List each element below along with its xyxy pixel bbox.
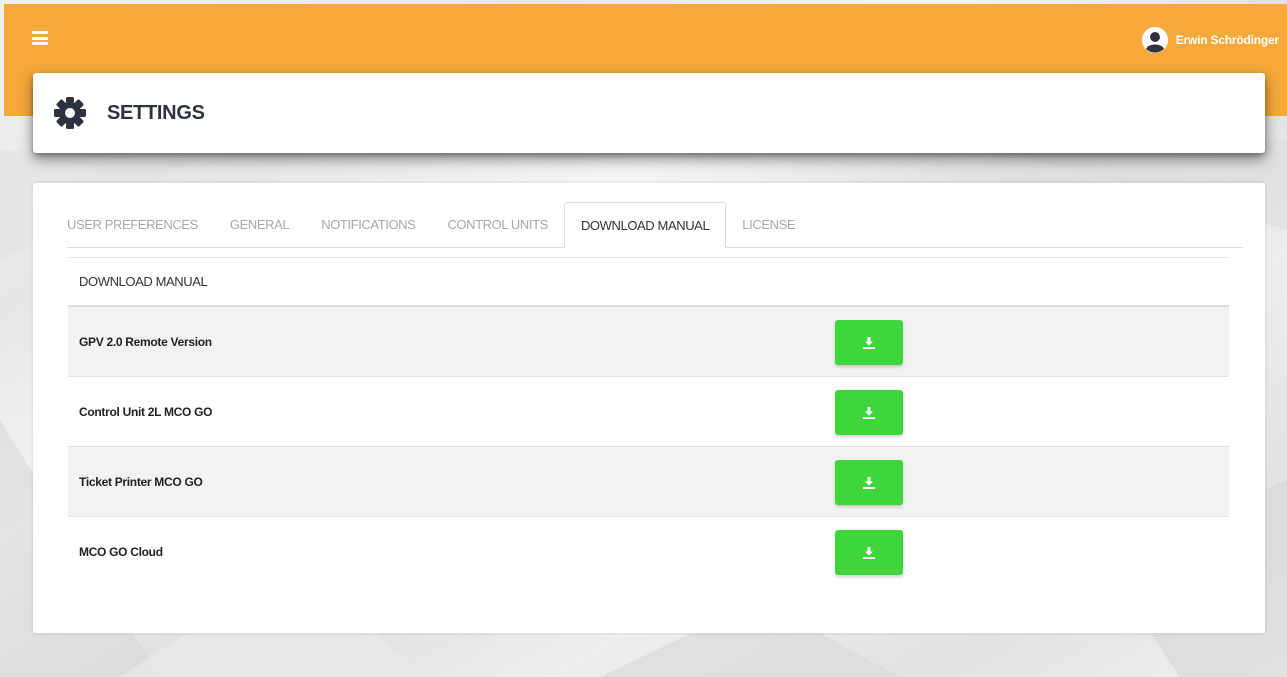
download-button-cloud[interactable]	[835, 530, 903, 575]
tab-license[interactable]: LICENSE	[726, 202, 811, 247]
download-icon	[863, 476, 875, 489]
manual-label: GPV 2.0 Remote Version	[79, 334, 212, 349]
download-icon	[863, 406, 875, 419]
user-avatar-icon	[1141, 27, 1168, 53]
tab-download-manual[interactable]: DOWNLOAD MANUAL	[563, 202, 727, 248]
tab-general[interactable]: GENERAL	[214, 202, 305, 247]
download-button-control-unit[interactable]	[835, 390, 903, 435]
settings-tabs: USER PREFERENCES GENERAL NOTIFICATIONS C…	[67, 202, 1243, 248]
settings-panel: USER PREFERENCES GENERAL NOTIFICATIONS C…	[33, 183, 1265, 633]
page-title: SETTINGS	[107, 101, 205, 124]
manual-label: Ticket Printer MCO GO	[79, 474, 203, 489]
download-manual-section: DOWNLOAD MANUAL GPV 2.0 Remote Version C…	[68, 257, 1229, 587]
download-icon	[863, 546, 875, 559]
gear-icon	[54, 97, 86, 129]
download-button-gpv[interactable]	[835, 320, 903, 365]
download-button-ticket-printer[interactable]	[835, 460, 903, 505]
section-title: DOWNLOAD MANUAL	[68, 257, 1229, 307]
list-item: MCO GO Cloud	[68, 517, 1229, 587]
list-item: GPV 2.0 Remote Version	[68, 307, 1229, 377]
manual-label: Control Unit 2L MCO GO	[79, 404, 213, 419]
list-item: Control Unit 2L MCO GO	[68, 377, 1229, 447]
manual-label: MCO GO Cloud	[79, 545, 163, 559]
download-icon	[863, 336, 875, 349]
tab-notifications[interactable]: NOTIFICATIONS	[305, 202, 431, 247]
list-item: Ticket Printer MCO GO	[68, 447, 1229, 517]
tab-user-preferences[interactable]: USER PREFERENCES	[67, 202, 214, 247]
settings-header-card: SETTINGS	[33, 73, 1265, 153]
hamburger-icon[interactable]	[32, 31, 48, 45]
user-name: Erwin Schrödinger	[1175, 33, 1279, 47]
tab-control-units[interactable]: CONTROL UNITS	[431, 202, 564, 247]
user-menu[interactable]: Erwin Schrödinger	[1141, 27, 1279, 53]
